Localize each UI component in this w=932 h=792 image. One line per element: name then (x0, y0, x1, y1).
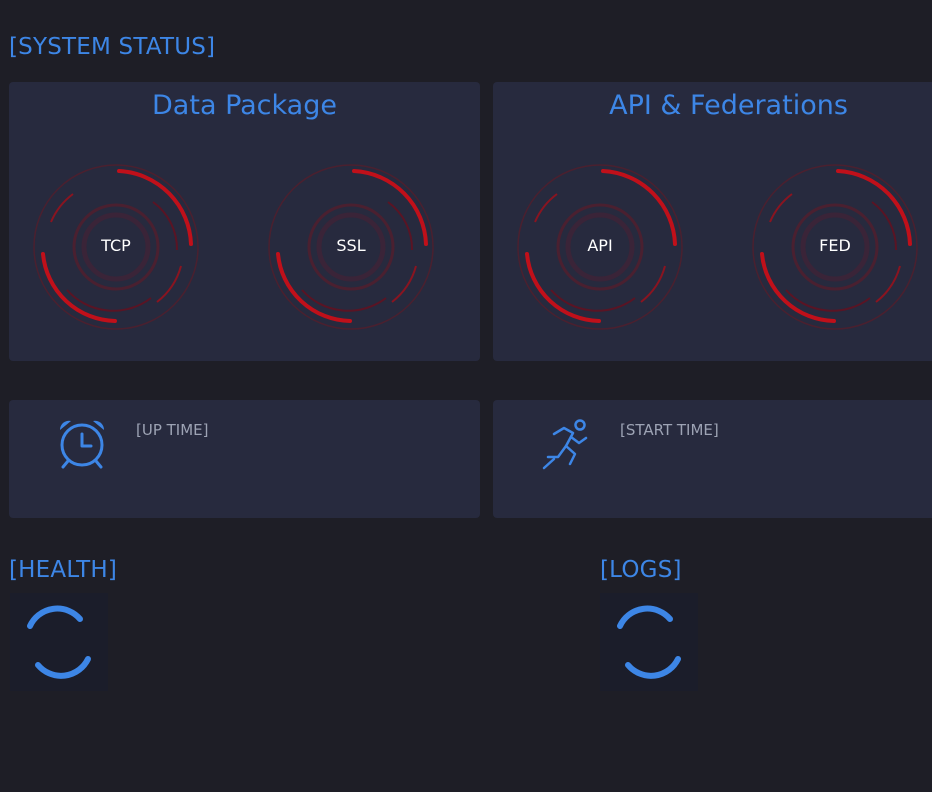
api-federations-panel: API & Federations API FED (493, 82, 932, 361)
data-package-panel: Data Package TCP SSL (9, 82, 480, 361)
uptime-label: [UP TIME] (136, 421, 209, 439)
gauge-api[interactable]: API (515, 162, 685, 332)
gauge-label: API (587, 236, 613, 255)
alarm-clock-icon (59, 420, 105, 469)
running-person-icon (542, 419, 588, 470)
uptime-card: [UP TIME] (9, 400, 480, 518)
health-title: [HEALTH] (9, 557, 118, 583)
panel-title: API & Federations (609, 90, 848, 121)
loading-spinner-icon (617, 605, 681, 679)
gauge-label: SSL (336, 236, 366, 255)
starttime-label: [START TIME] (620, 421, 719, 439)
gauge-label: TCP (101, 236, 131, 255)
logs-spinner (600, 593, 698, 691)
health-spinner (10, 593, 108, 691)
panel-title: Data Package (152, 90, 337, 121)
gauge-fed[interactable]: FED (750, 162, 920, 332)
gauge-label: FED (819, 236, 851, 255)
logs-title: [LOGS] (600, 557, 682, 583)
system-status-title: [SYSTEM STATUS] (9, 34, 216, 60)
loading-spinner-icon (27, 605, 91, 679)
gauge-tcp[interactable]: TCP (31, 162, 201, 332)
starttime-card: [START TIME] (493, 400, 932, 518)
gauge-ssl[interactable]: SSL (266, 162, 436, 332)
